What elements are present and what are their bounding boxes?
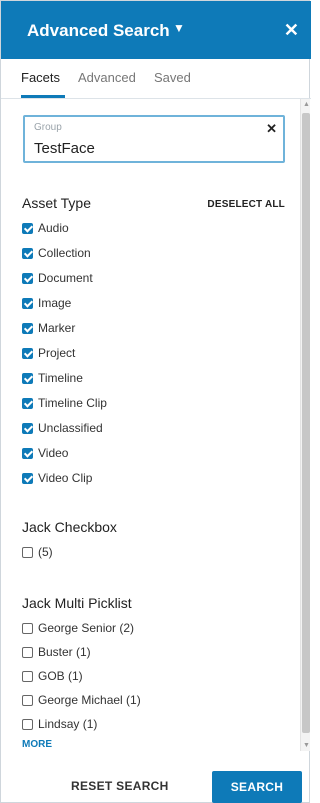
tab-facets[interactable]: Facets — [21, 70, 60, 85]
tab-bar: Facets Advanced Saved — [1, 59, 311, 99]
checkbox-checked-icon[interactable] — [22, 322, 33, 334]
group-field[interactable]: Group ✕ — [23, 115, 285, 163]
checkbox-option[interactable]: Video Clip — [22, 469, 92, 487]
panel-footer: RESET SEARCH SEARCH — [1, 761, 311, 803]
group-field-label: Group — [34, 122, 62, 133]
advanced-search-panel: Advanced Search ▼ ✕ Facets Advanced Save… — [0, 0, 311, 803]
checkbox-label: Timeline Clip — [38, 396, 107, 410]
scroll-thumb[interactable] — [302, 113, 310, 733]
caret-down-icon[interactable]: ▼ — [173, 21, 185, 35]
checkbox-unchecked-icon[interactable] — [22, 646, 33, 658]
checkbox-checked-icon[interactable] — [22, 247, 33, 259]
checkbox-checked-icon[interactable] — [22, 422, 33, 434]
checkbox-unchecked-icon[interactable] — [22, 670, 33, 682]
panel-title[interactable]: Advanced Search — [27, 21, 170, 41]
checkbox-label: Collection — [38, 246, 91, 260]
checkbox-label: Unclassified — [38, 421, 103, 435]
deselect-all-button[interactable]: DESELECT ALL — [207, 199, 285, 210]
checkbox-checked-icon[interactable] — [22, 347, 33, 359]
checkbox-checked-icon[interactable] — [22, 472, 33, 484]
checkbox-checked-icon[interactable] — [22, 372, 33, 384]
close-icon[interactable]: ✕ — [284, 20, 299, 41]
checkbox-checked-icon[interactable] — [22, 222, 33, 234]
search-button[interactable]: SEARCH — [212, 771, 302, 803]
checkbox-label: Timeline — [38, 371, 83, 385]
checkbox-option[interactable]: Unclassified — [22, 419, 103, 437]
checkbox-option[interactable]: Timeline — [22, 369, 83, 387]
checkbox-label: Buster (1) — [38, 645, 91, 659]
checkbox-checked-icon[interactable] — [22, 397, 33, 409]
more-link[interactable]: MORE — [22, 739, 52, 749]
asset-type-title: Asset Type — [22, 195, 92, 211]
checkbox-label: GOB (1) — [38, 669, 83, 683]
checkbox-option[interactable]: Collection — [22, 244, 91, 262]
checkbox-option[interactable]: (5) — [22, 543, 53, 561]
checkbox-option[interactable]: George Michael (1) — [22, 691, 141, 709]
checkbox-label: Project — [38, 346, 76, 360]
checkbox-unchecked-icon[interactable] — [22, 694, 33, 706]
checkbox-label: Lindsay (1) — [38, 717, 98, 731]
checkbox-label: Video Clip — [38, 471, 93, 485]
reset-search-button[interactable]: RESET SEARCH — [71, 779, 169, 793]
checkbox-option[interactable]: Buster (1) — [22, 643, 91, 661]
active-tab-indicator — [21, 95, 65, 98]
checkbox-unchecked-icon[interactable] — [22, 546, 33, 558]
checkbox-label: (5) — [38, 545, 53, 559]
checkbox-label: Document — [38, 271, 93, 285]
jack-multi-picklist-title: Jack Multi Picklist — [22, 595, 132, 611]
checkbox-option[interactable]: Project — [22, 344, 75, 362]
checkbox-label: Video — [38, 446, 69, 460]
group-input[interactable] — [34, 140, 254, 157]
scrollbar[interactable]: ▲ ▼ — [300, 99, 310, 751]
checkbox-option[interactable]: George Senior (2) — [22, 619, 134, 637]
checkbox-option[interactable]: Audio — [22, 219, 69, 237]
checkbox-option[interactable]: Video — [22, 444, 68, 462]
checkbox-option[interactable]: GOB (1) — [22, 667, 83, 685]
checkbox-checked-icon[interactable] — [22, 447, 33, 459]
checkbox-label: George Senior (2) — [38, 621, 135, 635]
checkbox-option[interactable]: Marker — [22, 319, 75, 337]
checkbox-option[interactable]: Image — [22, 294, 71, 312]
checkbox-option[interactable]: Lindsay (1) — [22, 715, 97, 733]
checkbox-unchecked-icon[interactable] — [22, 718, 33, 730]
checkbox-label: Marker — [38, 321, 76, 335]
tab-advanced[interactable]: Advanced — [78, 70, 136, 85]
checkbox-unchecked-icon[interactable] — [22, 622, 33, 634]
checkbox-option[interactable]: Document — [22, 269, 93, 287]
scroll-up-icon[interactable]: ▲ — [303, 101, 310, 108]
scroll-down-icon[interactable]: ▼ — [303, 742, 310, 749]
checkbox-label: Image — [38, 296, 72, 310]
facets-content: Group ✕ Asset Type DESELECT ALL Audio Col… — [1, 99, 301, 749]
checkbox-label: Audio — [38, 221, 69, 235]
checkbox-checked-icon[interactable] — [22, 297, 33, 309]
checkbox-label: George Michael (1) — [38, 693, 141, 707]
jack-checkbox-title: Jack Checkbox — [22, 519, 117, 535]
checkbox-option[interactable]: Timeline Clip — [22, 394, 107, 412]
clear-icon[interactable]: ✕ — [266, 121, 277, 137]
tab-saved[interactable]: Saved — [154, 70, 191, 85]
panel-header: Advanced Search ▼ ✕ — [1, 1, 311, 59]
checkbox-checked-icon[interactable] — [22, 272, 33, 284]
